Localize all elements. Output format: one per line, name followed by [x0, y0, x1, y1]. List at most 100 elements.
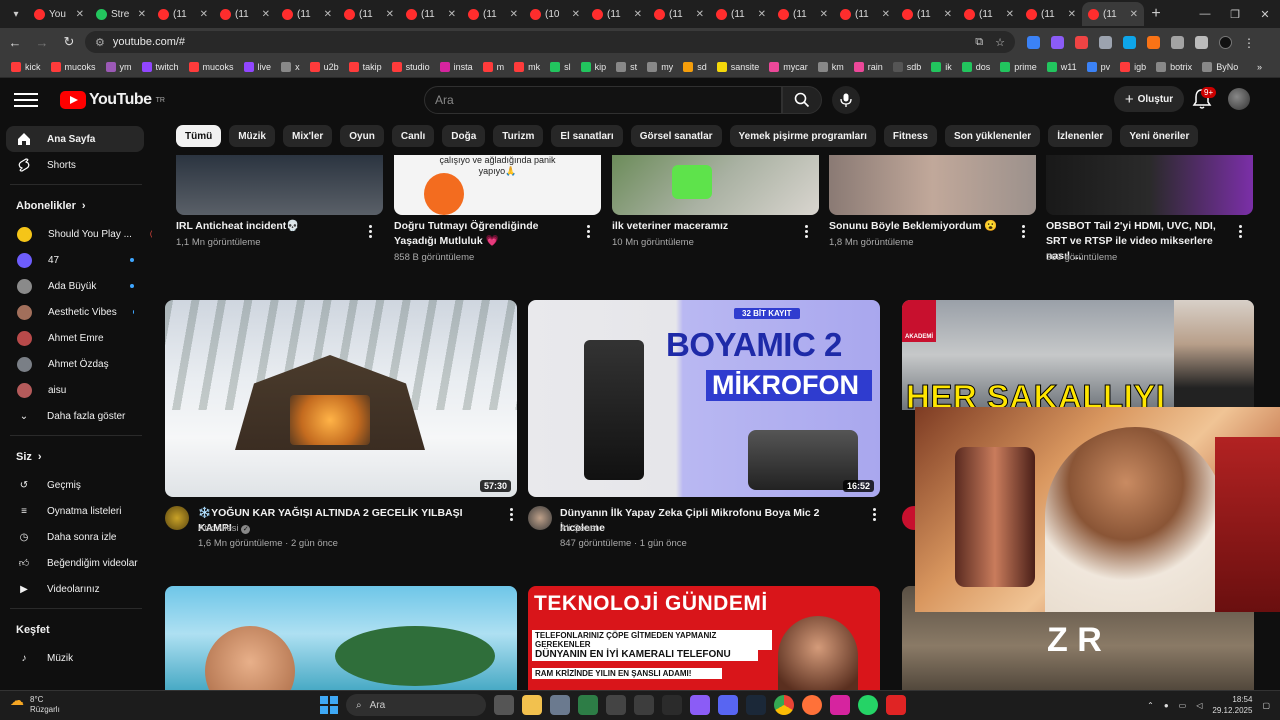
browser-tab[interactable]: (11 ✕ — [834, 2, 896, 26]
bookmark-item[interactable]: mucoks — [46, 61, 101, 72]
bookmark-item[interactable]: ik — [926, 61, 957, 72]
sidebar-item-you[interactable]: ◷ Daha sonra izle — [0, 524, 144, 550]
tab-search-dropdown[interactable]: ▾ — [4, 4, 28, 24]
filter-chip[interactable]: Oyun — [340, 125, 384, 147]
browser-tab[interactable]: (11 ✕ — [772, 2, 834, 26]
windows-start-icon[interactable] — [320, 696, 338, 714]
subscription-item[interactable]: Ahmet Özdaş — [0, 351, 144, 377]
close-tab-icon[interactable]: ✕ — [448, 9, 456, 20]
close-tab-icon[interactable]: ✕ — [944, 9, 952, 20]
profile-icon[interactable] — [1219, 35, 1232, 49]
bookmark-item[interactable]: pv — [1082, 61, 1116, 72]
more-actions-icon[interactable] — [1239, 225, 1243, 238]
url-input[interactable]: ⚙ youtube.com/# ⧉ ☆ — [85, 31, 1015, 53]
app-icon[interactable] — [578, 695, 598, 715]
bookmark-item[interactable]: ByNo — [1197, 61, 1243, 72]
bookmark-item[interactable]: km — [813, 61, 849, 72]
close-tab-icon[interactable]: ✕ — [1006, 9, 1014, 20]
video-thumbnail[interactable]: 32 BİT KAYIT BOYAMIC 2 MİKROFON 16:52 — [528, 300, 880, 497]
filter-chip[interactable]: Fitness — [883, 125, 937, 147]
filter-chip[interactable]: El sanatları — [551, 125, 623, 147]
more-actions-icon[interactable] — [1022, 225, 1026, 238]
search-button[interactable] — [782, 86, 822, 114]
microphone-icon[interactable]: ● — [1164, 701, 1169, 710]
bookmark-item[interactable]: sdb — [888, 61, 927, 72]
create-button[interactable]: + Oluştur — [1114, 86, 1184, 112]
browser-tab[interactable]: (11 ✕ — [400, 2, 462, 26]
sidebar-item-you[interactable]: ↺ Geçmiş — [0, 472, 144, 498]
account-avatar[interactable] — [1228, 88, 1250, 110]
subscription-item[interactable]: Ahmet Emre — [0, 325, 144, 351]
app-icon[interactable] — [606, 695, 626, 715]
close-tab-icon[interactable]: ✕ — [200, 9, 208, 20]
clock[interactable]: 18:54 29.12.2025 — [1212, 694, 1252, 716]
extensions-puzzle-icon[interactable] — [1195, 35, 1208, 49]
bookmark-item[interactable]: ym — [101, 61, 137, 72]
app-icon[interactable] — [886, 695, 906, 715]
video-thumbnail[interactable] — [612, 155, 819, 215]
subscription-item[interactable]: 47 — [0, 247, 144, 273]
sidebar-item-music[interactable]: ♪ Müzik — [0, 645, 144, 671]
bookmark-item[interactable]: kick — [6, 61, 46, 72]
close-tab-icon[interactable]: ✕ — [262, 9, 270, 20]
browser-tab[interactable]: (11 ✕ — [338, 2, 400, 26]
browser-tab[interactable]: (11 ✕ — [896, 2, 958, 26]
video-thumbnail[interactable] — [176, 155, 383, 215]
bookmark-item[interactable]: sl — [545, 61, 576, 72]
browser-tab[interactable]: (11 ✕ — [214, 2, 276, 26]
more-actions-icon[interactable] — [587, 225, 591, 238]
video-thumbnail[interactable]: AKADEMİ HER SAKALLIYI — [902, 300, 1254, 410]
file-explorer-icon[interactable] — [522, 695, 542, 715]
browser-tab[interactable]: You ✕ — [28, 2, 90, 26]
bookmark-item[interactable]: rain — [849, 61, 888, 72]
close-tab-icon[interactable]: ✕ — [820, 9, 828, 20]
more-actions-icon[interactable] — [805, 225, 809, 238]
browser-tab[interactable]: (11 ✕ — [1020, 2, 1082, 26]
steam-icon[interactable] — [746, 695, 766, 715]
channel-name[interactable]: Atik Ailesi ✓ — [198, 521, 251, 536]
extension-icon[interactable] — [1027, 35, 1040, 49]
close-tab-icon[interactable]: ✕ — [386, 9, 394, 20]
new-tab-button[interactable]: + — [1144, 5, 1168, 23]
bookmark-item[interactable]: prime — [995, 61, 1042, 72]
app-icon[interactable] — [690, 695, 710, 715]
video-thumbnail[interactable]: çalışıyo ve ağladığında panik yapıyo🙏 — [394, 155, 601, 215]
close-tab-icon[interactable]: ✕ — [1068, 9, 1076, 20]
bookmark-item[interactable]: u2b — [305, 61, 344, 72]
browser-tab[interactable]: (10 ✕ — [524, 2, 586, 26]
channel-avatar[interactable] — [165, 506, 189, 530]
site-info-icon[interactable]: ⚙ — [95, 36, 105, 49]
sidebar-item-you[interactable]: 👍︎ Beğendiğim videolar — [0, 550, 144, 576]
browser-tab[interactable]: (11 ✕ — [586, 2, 648, 26]
browser-tab[interactable]: (11 ✕ — [152, 2, 214, 26]
notification-icon[interactable]: ▢ — [1262, 701, 1270, 710]
video-thumbnail[interactable] — [165, 586, 517, 690]
extension-icon[interactable] — [1051, 35, 1064, 49]
bookmark-item[interactable]: kip — [576, 61, 612, 72]
extension-icon[interactable] — [1099, 35, 1112, 49]
menu-dots-icon[interactable]: ⋮ — [1243, 36, 1255, 50]
video-thumbnail[interactable]: 57:30 — [165, 300, 517, 497]
you-section-header[interactable]: Siz › — [0, 442, 152, 472]
chevron-up-icon[interactable]: ⌃ — [1147, 701, 1154, 710]
video-title[interactable]: Dünyanın İlk Yapay Zeka Çipli Mikrofonu … — [560, 506, 860, 536]
subscriptions-header[interactable]: Abonelikler › — [0, 191, 152, 221]
sidebar-item-home[interactable]: Ana Sayfa — [6, 126, 144, 152]
channel-avatar[interactable] — [528, 506, 552, 530]
browser-tab[interactable]: (11 ✕ — [710, 2, 772, 26]
discord-icon[interactable] — [718, 695, 738, 715]
voice-search-button[interactable] — [832, 86, 860, 114]
close-tab-icon[interactable]: ✕ — [882, 9, 890, 20]
bookmark-item[interactable]: sansite — [712, 61, 765, 72]
video-title[interactable]: ilk veteriner maceramız — [612, 219, 792, 234]
bookmark-item[interactable]: takip — [344, 61, 387, 72]
close-tab-icon[interactable]: ✕ — [324, 9, 332, 20]
subscription-item[interactable]: Ada Büyük — [0, 273, 144, 299]
bookmark-item[interactable]: st — [611, 61, 642, 72]
extension-icon[interactable] — [1171, 35, 1184, 49]
back-button[interactable]: ← — [3, 30, 27, 54]
reload-button[interactable]: ↻ — [57, 30, 81, 54]
filter-chip[interactable]: Turizm — [493, 125, 544, 147]
extension-icon[interactable] — [1123, 35, 1136, 49]
bookmarks-overflow-icon[interactable]: » — [1257, 62, 1262, 72]
